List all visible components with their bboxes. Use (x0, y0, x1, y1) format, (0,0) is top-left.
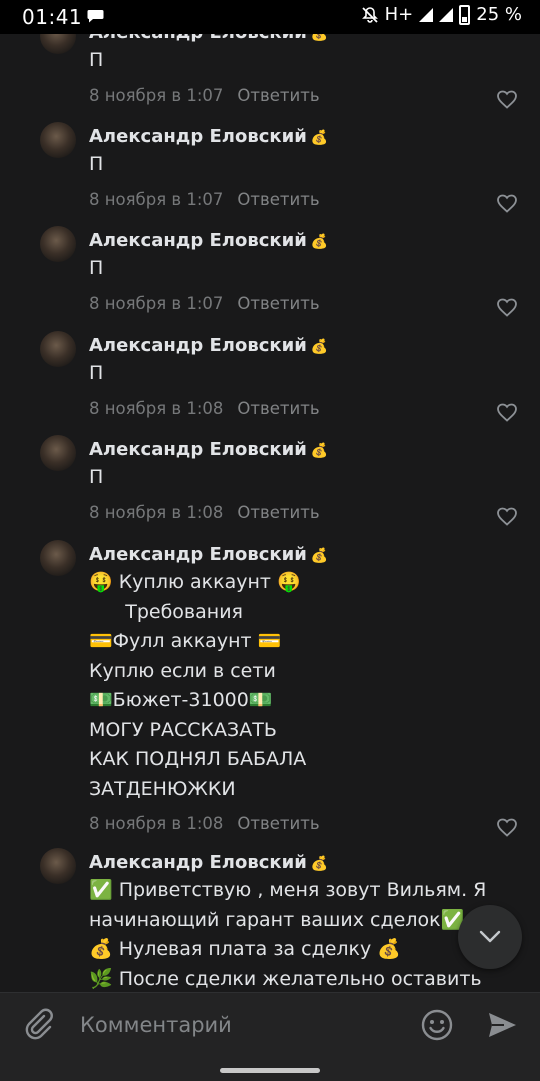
send-arrow-icon[interactable] (486, 1009, 518, 1041)
avatar[interactable] (40, 331, 76, 367)
heart-outline-icon[interactable] (496, 402, 518, 422)
author-name[interactable]: Александр Еловский (89, 126, 307, 147)
comment-meta: 8 ноября в 1:08 Ответить (89, 399, 320, 418)
comment-text-line: 💳Фулл аккаунт 💳 (89, 630, 282, 652)
comment-item[interactable]: Александр Еловский 💰 🤑 Куплю аккаунт 🤑 Тре… (0, 532, 540, 866)
comment-text-line: МОГУ РАССКАЗАТЬ (89, 718, 277, 741)
comment-date: 8 ноября в 1:07 (89, 189, 224, 209)
comment-author[interactable]: Александр Еловский💰 (89, 439, 328, 460)
money-bag-badge: 💰 (310, 548, 329, 564)
author-name[interactable]: Александр Еловский (89, 335, 307, 356)
status-time: 01:41 (22, 5, 83, 29)
comment-meta: 8 ноября в 1:08 Ответить (89, 814, 320, 833)
money-bag-badge: 💰 (310, 443, 329, 459)
comment-meta: 8 ноября в 1:07 Ответить (89, 294, 320, 313)
comment-text: П (89, 150, 103, 180)
reply-button[interactable]: Ответить (237, 503, 319, 522)
comment-text-line: Куплю если в сети (89, 659, 276, 682)
comment-meta: 8 ноября в 1:07 Ответить (89, 86, 320, 105)
avatar[interactable] (40, 122, 76, 158)
comment-text-line: начинающий гарант ваших сделок✅ (89, 908, 465, 931)
comment-date: 8 ноября в 1:08 (89, 502, 224, 522)
heart-outline-icon[interactable] (496, 193, 518, 213)
comment-text-line: 🌿 После сделки желательно оставить (89, 967, 482, 990)
heart-outline-icon[interactable] (496, 297, 518, 317)
network-type: H+ (384, 4, 414, 25)
comment-item[interactable]: Александр Еловский 💰 ✅ Приветствую , меня … (0, 840, 540, 992)
author-name[interactable]: Александр Еловский (89, 852, 307, 873)
money-bag-badge: 💰 (310, 234, 329, 250)
comment-feed[interactable]: Александр Еловский💰П8 ноября в 1:07Ответ… (0, 0, 540, 992)
paperclip-icon[interactable] (22, 1007, 56, 1041)
comment-meta: 8 ноября в 1:08 Ответить (89, 503, 320, 522)
comment-date: 8 ноября в 1:07 (89, 293, 224, 313)
author-name[interactable]: Александр Еловский (89, 544, 307, 565)
heart-outline-icon[interactable] (496, 89, 518, 109)
avatar[interactable] (40, 848, 76, 884)
signal-icon (439, 7, 454, 22)
reply-button[interactable]: Ответить (237, 294, 319, 313)
comment-date: 8 ноября в 1:08 (89, 398, 224, 418)
smile-icon[interactable] (420, 1008, 454, 1042)
author-name[interactable]: Александр Еловский (89, 230, 307, 251)
comment-text-line: П (89, 257, 104, 279)
battery-icon (459, 4, 471, 25)
scroll-down-button[interactable] (458, 905, 522, 969)
comment-author[interactable]: Александр Еловский💰 (89, 544, 328, 565)
avatar[interactable] (40, 540, 76, 576)
comment-date: 8 ноября в 1:07 (89, 85, 224, 105)
comment-text-line: П (89, 49, 104, 71)
comment-date: 8 ноября в 1:08 (89, 814, 224, 833)
heart-outline-icon[interactable] (496, 817, 518, 837)
comment-text: П (89, 463, 103, 493)
heart-outline-icon[interactable] (496, 506, 518, 526)
money-bag-badge: 💰 (310, 856, 329, 872)
comment-author[interactable]: Александр Еловский💰 (89, 230, 328, 251)
avatar[interactable] (40, 226, 76, 262)
comment-author[interactable]: Александр Еловский💰 (89, 852, 328, 873)
comment-text: П (89, 254, 103, 284)
comment-text-line: ЗАТДЕНЮЖКИ (89, 777, 236, 800)
comment-text-line: КАК ПОДНЯЛ БАБАЛА (89, 748, 307, 770)
comment-text-line: П (89, 153, 104, 175)
comment-text-line: 🤑 Куплю аккаунт 🤑 (89, 571, 301, 593)
comment-author[interactable]: Александр Еловский💰 (89, 335, 328, 356)
battery-level: 25 % (476, 4, 522, 25)
money-bag-badge: 💰 (310, 339, 329, 355)
reply-button[interactable]: Ответить (237, 190, 319, 209)
comment-text-line: П (89, 466, 104, 488)
comment-text-line: 💵Бюжет-31000💵 (89, 689, 273, 711)
status-bar: 01:41 H+ 25 % (0, 0, 540, 34)
comment-text-line: ✅ Приветствую , меня зовут Вильям. Я (89, 879, 487, 901)
chevron-down-icon (479, 930, 501, 943)
mute-icon (361, 6, 378, 23)
comment-input[interactable]: Комментарий (80, 1013, 232, 1037)
comment-text-line: Требования (89, 600, 243, 623)
comment-text-line: 💰 Нулевая плата за сделку 💰 (89, 938, 401, 960)
comment-author[interactable]: Александр Еловский💰 (89, 126, 328, 147)
home-indicator (220, 1068, 320, 1073)
comment-meta: 8 ноября в 1:07 Ответить (89, 190, 320, 209)
reply-button[interactable]: Ответить (237, 86, 319, 105)
comment-text: П (89, 359, 103, 389)
comment-text: П (89, 46, 103, 76)
reply-button[interactable]: Ответить (237, 814, 319, 833)
comment-text: ✅ Приветствую , меня зовут Вильям. Я начи… (89, 876, 486, 992)
author-name[interactable]: Александр Еловский (89, 439, 307, 460)
money-bag-badge: 💰 (310, 130, 329, 146)
reply-button[interactable]: Ответить (237, 399, 319, 418)
comment-text-line: П (89, 362, 104, 384)
chat-notification-icon (87, 10, 104, 23)
comment-text: 🤑 Куплю аккаунт 🤑 Требования 💳Фулл аккаун… (89, 568, 306, 804)
avatar[interactable] (40, 435, 76, 471)
signal-icon (419, 7, 434, 22)
